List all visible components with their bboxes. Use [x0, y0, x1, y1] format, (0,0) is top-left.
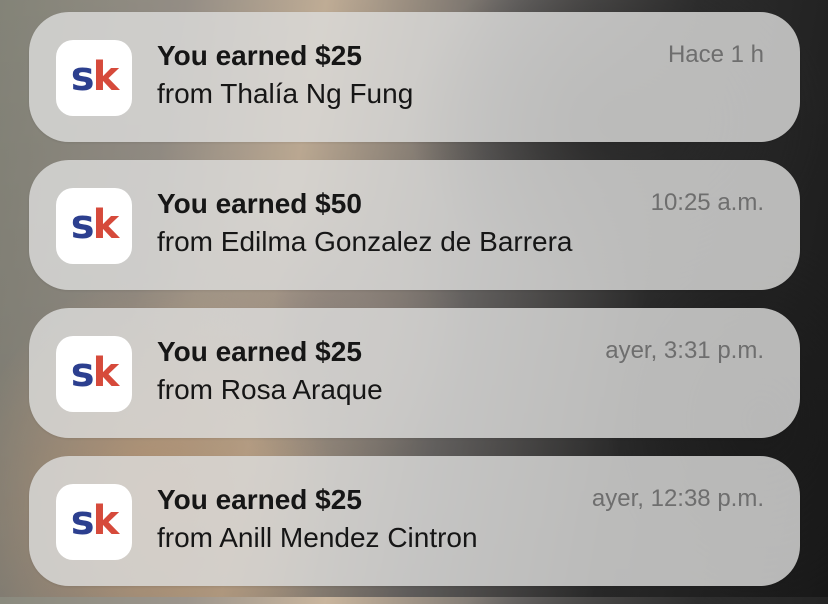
app-logo: sk: [70, 202, 120, 248]
notification-body: from Rosa Araque: [157, 374, 383, 405]
app-logo: sk: [70, 350, 120, 396]
app-logo: sk: [70, 498, 120, 544]
notification-time: ayer, 12:38 p.m.: [591, 485, 764, 512]
logo-letter-s: s: [70, 202, 95, 248]
notification-body: from Edilma Gonzalez de Barrera: [157, 226, 573, 257]
sk-logo-icon: sk: [56, 336, 132, 412]
notification-time: ayer, 3:31 p.m.: [605, 337, 764, 364]
app-logo: sk: [70, 54, 120, 100]
notification-title: You earned $25: [157, 336, 362, 367]
sk-logo-icon: sk: [56, 188, 132, 264]
notification-card[interactable]: sk You earned $25 from Thalía Ng Fung Ha…: [29, 12, 800, 142]
notification-time: 10:25 a.m.: [650, 189, 764, 216]
notification-stack: sk You earned $25 from Thalía Ng Fung Ha…: [29, 12, 800, 604]
notification-body: from Thalía Ng Fung: [157, 78, 414, 109]
notification-title: You earned $50: [157, 188, 362, 219]
notification-title: You earned $25: [157, 484, 362, 515]
logo-letter-k: k: [92, 202, 120, 248]
notification-card[interactable]: sk You earned $25 from Rosa Araque ayer,…: [29, 308, 800, 438]
logo-letter-k: k: [92, 54, 120, 100]
sk-logo-icon: sk: [56, 484, 132, 560]
logo-letter-s: s: [70, 350, 95, 396]
logo-letter-k: k: [92, 350, 120, 396]
logo-letter-s: s: [70, 54, 95, 100]
notification-title: You earned $25: [157, 40, 362, 71]
notification-card[interactable]: sk You earned $50 from Edilma Gonzalez d…: [29, 160, 800, 290]
notification-body: from Anill Mendez Cintron: [157, 522, 478, 553]
logo-letter-s: s: [70, 498, 95, 544]
notification-time: Hace 1 h: [667, 41, 764, 68]
sk-logo-icon: sk: [56, 40, 132, 116]
notification-card[interactable]: sk You earned $25 from Anill Mendez Cint…: [29, 456, 800, 586]
logo-letter-k: k: [92, 498, 120, 544]
